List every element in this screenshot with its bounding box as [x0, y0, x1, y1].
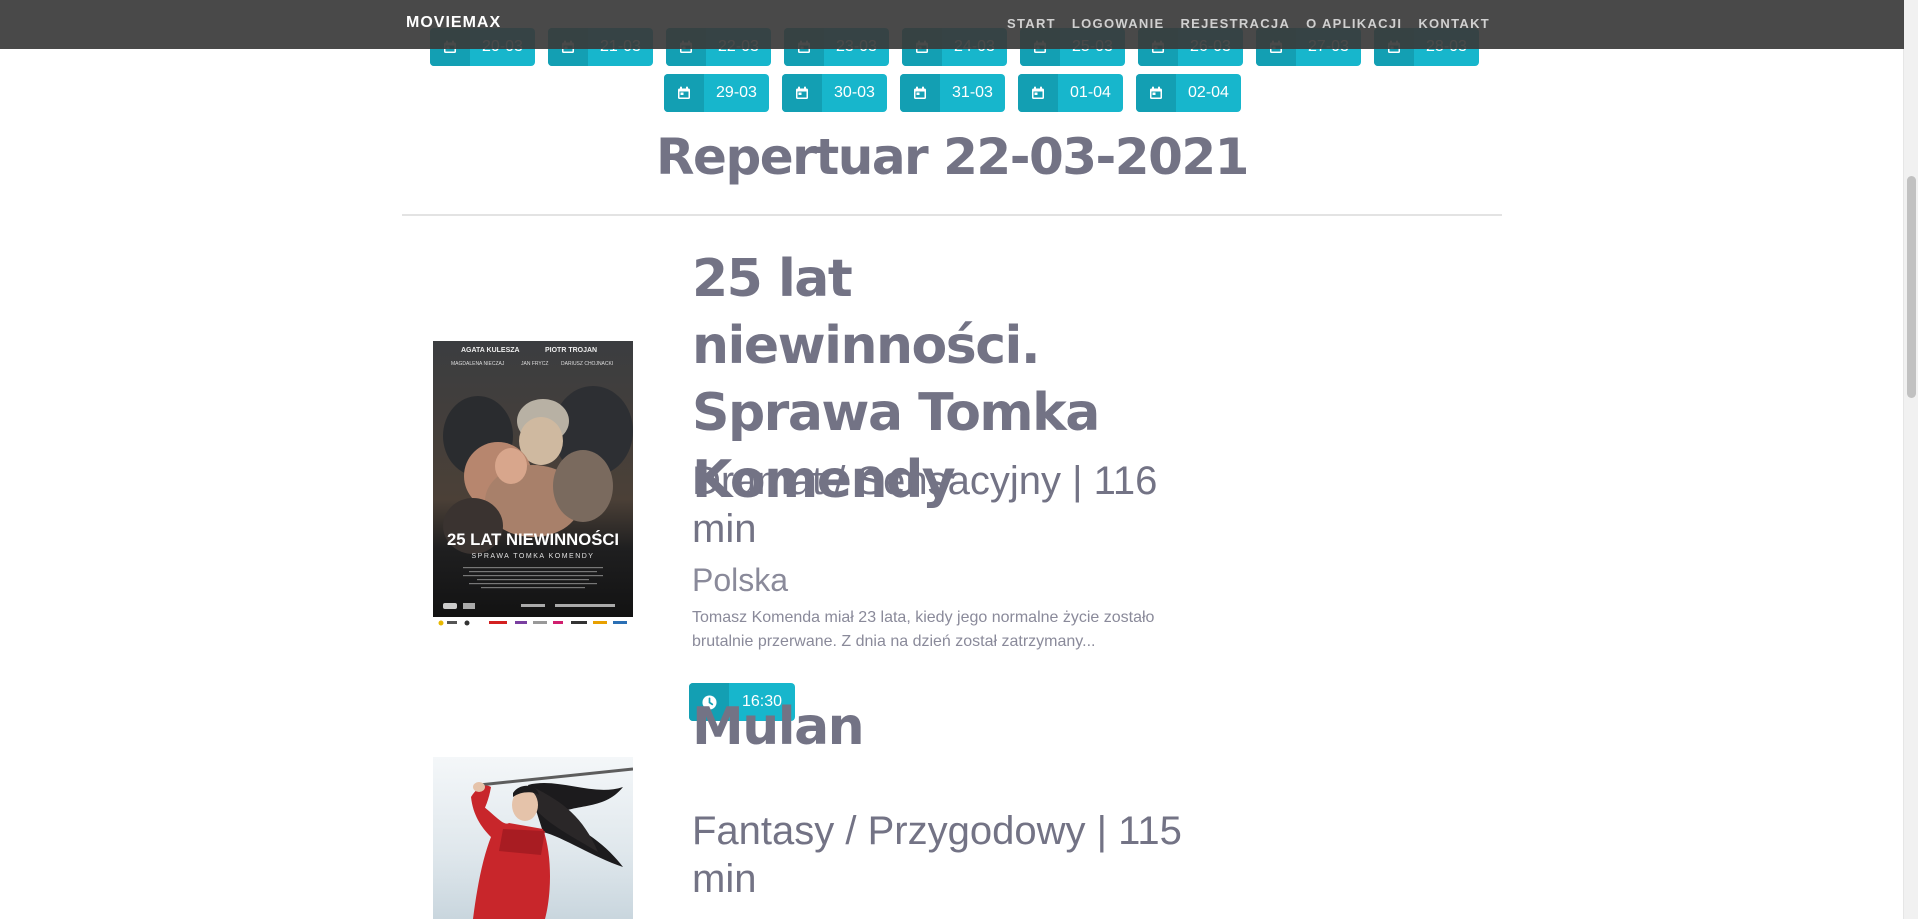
poster-credit: AGATA KULESZA	[461, 347, 520, 354]
nav-links: START LOGOWANIE REJESTRACJA O APLIKACJI …	[1007, 16, 1490, 31]
calendar-icon	[900, 74, 940, 112]
date-label: 02-04	[1188, 84, 1229, 101]
scrollbar[interactable]	[1903, 0, 1918, 919]
movie-title[interactable]: Mulan	[692, 694, 1212, 761]
date-button-30-03[interactable]: 30-03	[782, 74, 887, 112]
calendar-icon	[1018, 74, 1058, 112]
poster-credit: JAN FRYCZ	[521, 361, 548, 367]
date-button-31-03[interactable]: 31-03	[900, 74, 1005, 112]
movie-poster[interactable]	[433, 757, 633, 919]
date-buttons-row-2: 29-03 30-03 31-03 01-04 02-04	[664, 74, 1241, 112]
poster-credit: MAGDALENA NIECZAJ	[451, 361, 505, 367]
page: MOVIEMAX START LOGOWANIE REJESTRACJA O A…	[0, 0, 1918, 919]
movie-poster[interactable]: AGATA KULESZA PIOTR TROJAN MAGDALENA NIE…	[433, 341, 633, 629]
date-label: 30-03	[834, 84, 875, 101]
nav-link-o-aplikacji[interactable]: O APLIKACJI	[1306, 16, 1402, 31]
movie-genre: Dramat / Sensacyjny | 116 min	[692, 459, 1158, 551]
navbar: MOVIEMAX START LOGOWANIE REJESTRACJA O A…	[0, 0, 1904, 49]
date-button-02-04[interactable]: 02-04	[1136, 74, 1241, 112]
nav-link-start[interactable]: START	[1007, 16, 1056, 31]
movie-description: Tomasz Komenda miał 23 lata, kiedy jego …	[692, 609, 1155, 650]
date-button-29-03[interactable]: 29-03	[664, 74, 769, 112]
brand-logo[interactable]: MOVIEMAX	[406, 14, 501, 32]
nav-link-kontakt[interactable]: KONTAKT	[1418, 16, 1490, 31]
date-button-01-04[interactable]: 01-04	[1018, 74, 1123, 112]
calendar-icon	[1136, 74, 1176, 112]
poster-subtitle: SPRAWA TOMKA KOMENDY	[472, 553, 595, 560]
calendar-icon	[782, 74, 822, 112]
date-label: 29-03	[716, 84, 757, 101]
movie-genre: Fantasy / Przygodowy | 115 min	[692, 809, 1182, 901]
nav-link-rejestracja[interactable]: REJESTRACJA	[1180, 16, 1290, 31]
divider	[402, 214, 1502, 216]
repertoire-title: Repertuar 22-03-2021	[656, 128, 1249, 186]
date-label: 01-04	[1070, 84, 1111, 101]
date-label: 31-03	[952, 84, 993, 101]
nav-link-logowanie[interactable]: LOGOWANIE	[1072, 16, 1165, 31]
scrollbar-thumb[interactable]	[1907, 176, 1916, 398]
calendar-icon	[664, 74, 704, 112]
poster-title: 25 LAT NIEWINNOŚCI	[447, 530, 619, 549]
poster-credit: PIOTR TROJAN	[545, 347, 597, 354]
movie-country: Polska	[692, 562, 789, 598]
poster-credit: DARIUSZ CHOJNACKI	[561, 361, 613, 367]
